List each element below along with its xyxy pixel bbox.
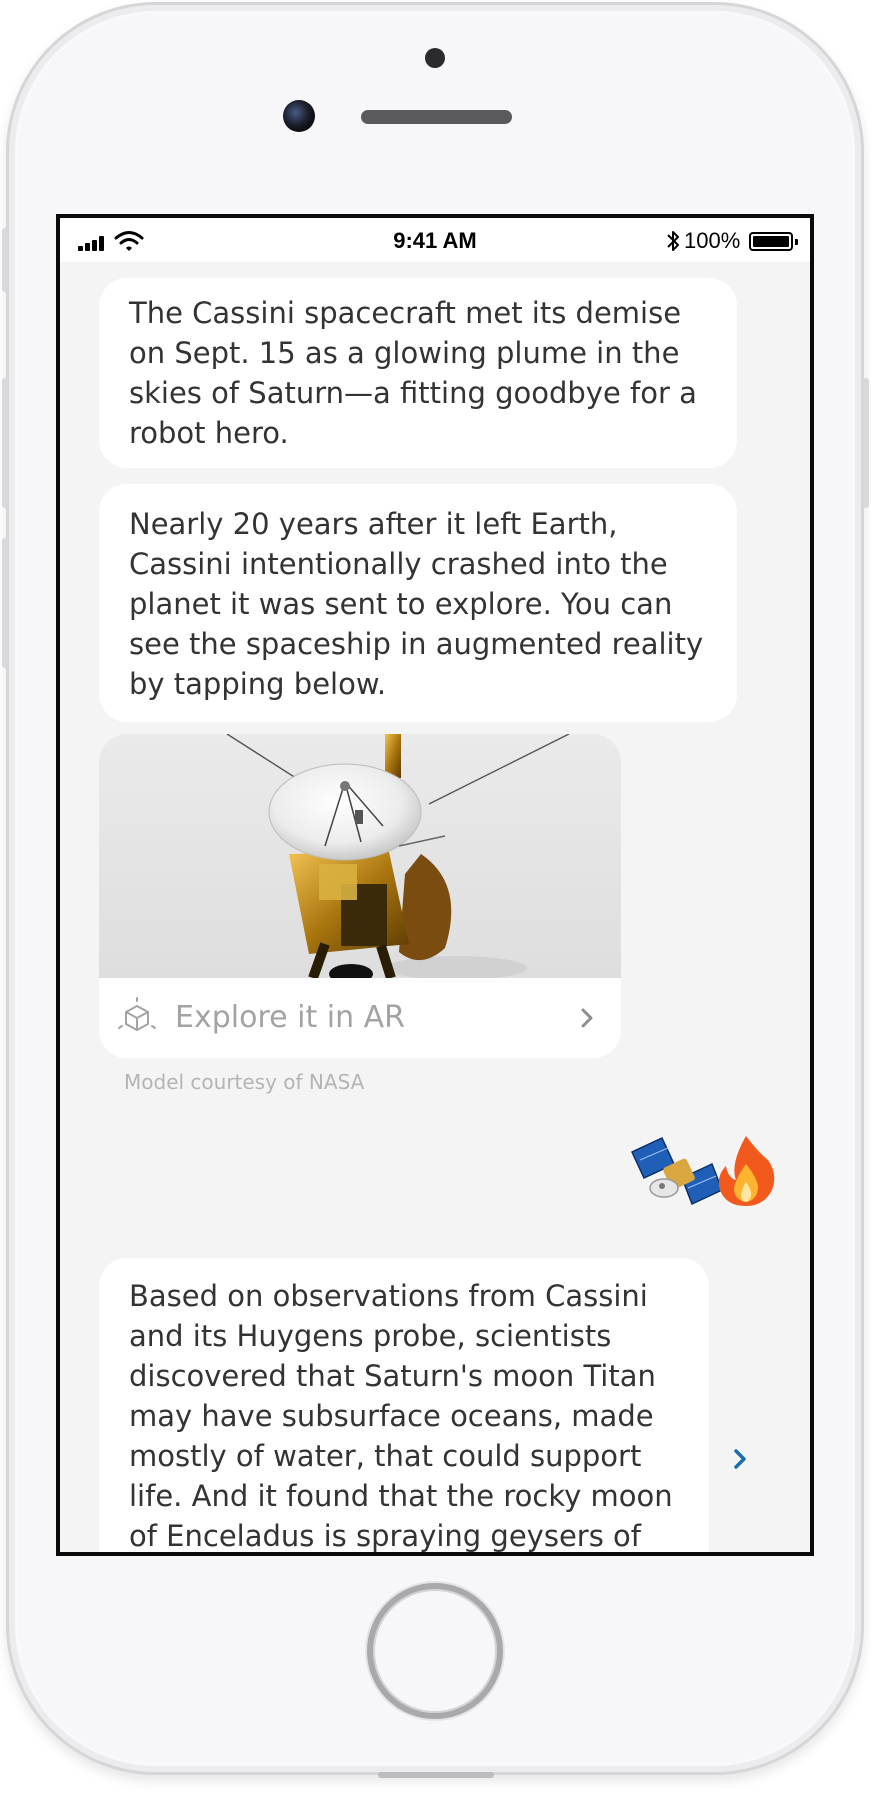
battery-nub [795, 239, 798, 245]
volume-down-button [2, 538, 8, 668]
explore-ar-label: Explore it in AR [175, 1000, 405, 1035]
home-button[interactable] [367, 1583, 503, 1719]
cassini-spacecraft-illustration [226, 734, 570, 984]
screen: 9:41 AM 100% The Cassini spacecraft met … [56, 214, 814, 1556]
bluetooth-icon [667, 231, 679, 251]
battery-icon [749, 232, 793, 251]
message-bubble[interactable]: Nearly 20 years after it left Earth, Cas… [99, 484, 737, 722]
lightning-port [378, 1772, 494, 1778]
explore-ar-button[interactable]: Explore it in AR [99, 978, 621, 1058]
silent-switch [2, 228, 8, 292]
satellite-emoji [631, 1137, 723, 1206]
message-bubble[interactable]: Based on observations from Cassini and i… [99, 1258, 709, 1553]
chevron-right-icon[interactable] [730, 1444, 750, 1474]
message-bubble[interactable]: The Cassini spacecraft met its demise on… [99, 278, 737, 468]
proximity-sensor [425, 48, 445, 68]
front-camera [283, 100, 315, 132]
fire-emoji [718, 1136, 775, 1206]
earpiece-speaker [361, 110, 512, 124]
chevron-right-icon [581, 1008, 593, 1028]
volume-up-button [2, 378, 8, 508]
message-text: The Cassini spacecraft met its demise on… [129, 296, 697, 450]
message-text: Nearly 20 years after it left Earth, Cas… [129, 507, 704, 701]
battery-fill [753, 236, 789, 247]
message-text: Based on observations from Cassini and i… [129, 1279, 673, 1553]
status-bar: 9:41 AM 100% [60, 218, 810, 262]
cassini-model-image[interactable] [99, 734, 621, 984]
reaction-emojis[interactable] [628, 1130, 778, 1210]
model-credit-caption: Model courtesy of NASA [124, 1070, 365, 1094]
ar-cube-icon [118, 997, 156, 1031]
power-button [863, 378, 869, 508]
battery-percentage: 100% [684, 228, 741, 253]
ar-card[interactable]: Explore it in AR [99, 734, 621, 1058]
